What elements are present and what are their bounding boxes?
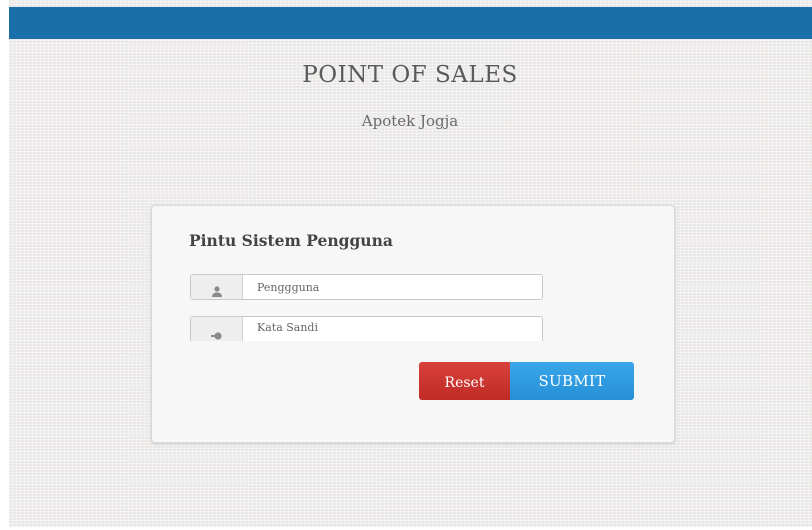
top-navbar	[9, 7, 812, 39]
username-field[interactable]	[243, 275, 542, 299]
login-panel: Pintu Sistem Pengguna Reset SUBMIT	[151, 205, 675, 443]
password-input-group	[190, 316, 543, 341]
login-page: POINT OF SALES Apotek Jogja Pintu Sistem…	[0, 0, 812, 530]
password-addon	[191, 317, 243, 341]
app-title: POINT OF SALES	[302, 62, 518, 88]
key-icon	[210, 332, 222, 340]
submit-button[interactable]: SUBMIT	[510, 362, 634, 400]
username-addon	[191, 275, 243, 299]
user-icon	[211, 286, 222, 297]
app-subtitle: Apotek Jogja	[361, 112, 459, 130]
password-field[interactable]	[243, 317, 542, 337]
reset-button[interactable]: Reset	[419, 362, 510, 400]
login-panel-title: Pintu Sistem Pengguna	[189, 231, 393, 250]
username-input-group	[190, 274, 543, 300]
